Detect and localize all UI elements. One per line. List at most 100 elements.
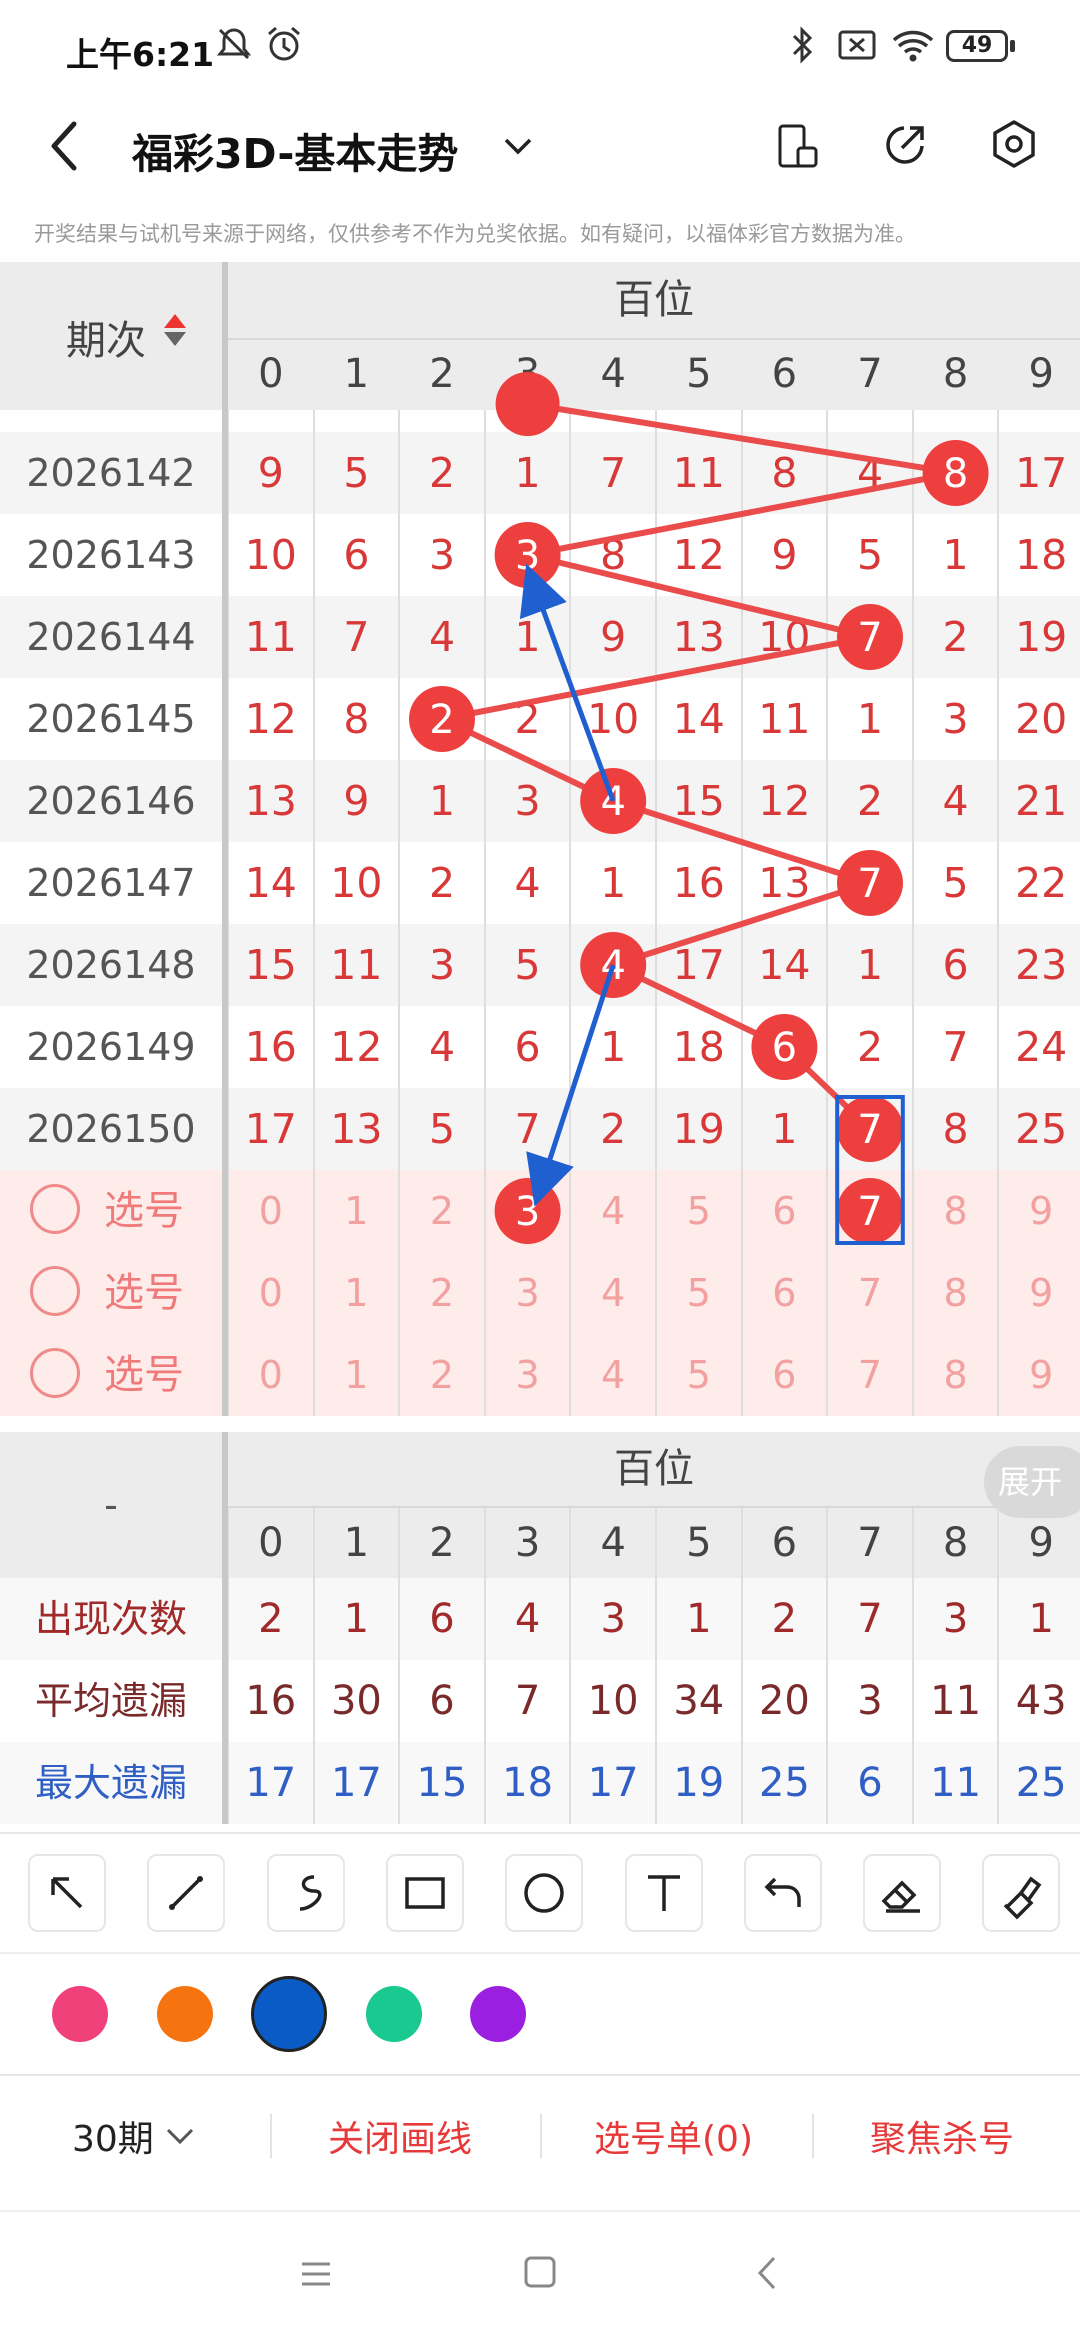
share-icon[interactable] [880,120,930,170]
color-swatch-selected[interactable] [251,1976,327,2052]
stats-value: 3 [600,1596,626,1642]
stats-corner: - [104,1483,118,1527]
pick-list-button[interactable]: 选号单(0) [594,2110,753,2162]
eraser-tool[interactable] [863,1854,942,1932]
color-swatch[interactable] [470,1986,526,2042]
stats-digit-header: 1 [343,1520,370,1566]
stats-table: - 百位 展开 0 1 2 3 4 5 6 7 8 9 出现次数 2 1 6 4 3 1 2 7 3 1 平均遗漏 16 30 6 7 1… [0,1432,1080,1832]
stats-column-divider [740,1508,743,1824]
stats-value: 7 [514,1678,541,1724]
disclaimer-text: 开奖结果与试机号来源于网络，仅供参考不作为兑奖依据。如有疑问，以福体彩官方数据为… [34,222,916,246]
hit-ball-number: 6 [772,1025,797,1071]
curve-icon [299,1875,322,1911]
trend-line [526,552,871,640]
bottom-action-bar: 30期 关闭画线 选号单(0) 聚焦杀号 [0,2074,1080,2212]
stats-frozen-divider [222,1432,228,1824]
stats-row-label: 出现次数 [34,1597,187,1641]
home-icon[interactable] [522,2254,558,2292]
stats-column-divider [398,1508,401,1824]
no-sim-icon [838,30,876,60]
arrow-icon [51,1877,83,1909]
rectangle-tool[interactable] [385,1854,464,1932]
stats-column-divider [826,1508,829,1824]
trend-line [612,880,871,968]
stats-value: 17 [587,1760,639,1806]
arrow-tool[interactable] [28,1854,106,1932]
focus-kill-button[interactable]: 聚焦杀号 [870,2110,1014,2162]
status-bar: 上午6:21 49 [0,0,1080,90]
stats-value: 10 [587,1678,639,1724]
undo-icon [764,1877,801,1907]
stats-column-divider [997,1508,1000,1824]
wifi-icon [892,30,934,62]
page-title[interactable]: 福彩3D-基本走势 [132,120,458,180]
back-arrow-icon[interactable] [44,116,84,176]
status-time: 上午6:21 [66,35,215,74]
divider [270,2114,272,2158]
app-header: 福彩3D-基本走势 [0,90,1080,210]
undo-tool[interactable] [743,1854,822,1932]
clear-tool[interactable] [982,1854,1061,1932]
selected-pick-number: 7 [857,1189,882,1235]
stats-value: 7 [857,1596,883,1642]
stats-digit-header: 2 [429,1520,455,1566]
stats-value: 25 [1015,1760,1067,1806]
alarm-icon [268,26,300,61]
eraser-icon [881,1880,921,1913]
stats-value: 1 [686,1596,712,1642]
stats-digit-header: 9 [1028,1520,1054,1566]
stats-digit-header: 7 [857,1520,883,1566]
menu-icon[interactable] [298,2256,334,2292]
stats-value: 25 [758,1760,810,1806]
stats-digit-header: 4 [600,1520,626,1566]
nav-back-icon[interactable] [752,2254,782,2292]
stats-digit-header: 8 [942,1520,969,1566]
battery-indicator: 49 [946,30,1008,62]
stats-digit-header: 0 [258,1520,284,1566]
hit-ball-number: 3 [515,533,540,579]
stats-value: 2 [258,1596,284,1642]
stats-value: 2 [771,1596,798,1642]
color-swatch[interactable] [365,1986,422,2042]
stats-value: 4 [514,1596,541,1642]
stats-value: 11 [930,1760,982,1806]
hit-ball-number: 7 [857,1107,882,1153]
screen-split-icon[interactable] [774,122,822,172]
circle-icon [524,1873,564,1913]
stats-digit-header: 3 [514,1520,541,1566]
trend-line [527,401,957,476]
period-count-select[interactable]: 30期 [72,2110,154,2162]
stats-value: 16 [245,1678,297,1724]
trend-lines-overlay: 83724746737 [409,372,989,1245]
stats-value: 15 [416,1760,468,1806]
stats-value: 30 [330,1678,382,1724]
stats-column-divider [312,1508,315,1824]
circle-tool[interactable] [505,1854,584,1932]
stats-group-header: 百位 [228,1432,1080,1508]
chevron-down-icon[interactable] [500,128,536,164]
stats-value: 17 [245,1760,297,1806]
curve-tool[interactable] [266,1854,345,1932]
color-swatch[interactable] [156,1986,213,2042]
text-tool[interactable] [624,1854,703,1932]
settings-icon[interactable] [988,118,1040,170]
stats-value: 1 [1028,1596,1054,1642]
blue-arrow-annotation[interactable] [526,964,616,1207]
stats-value: 43 [1015,1678,1067,1724]
close-lines-button[interactable]: 关闭画线 [328,2110,472,2162]
stats-value: 19 [673,1760,725,1806]
stats-value: 1 [343,1596,370,1642]
system-nav-bar [0,2210,1080,2340]
stats-value: 18 [502,1760,554,1806]
trend-line [441,634,871,722]
hit-ball-number: 7 [857,615,882,661]
stats-value: 20 [758,1678,810,1724]
color-palette [0,1952,1080,2076]
color-swatch[interactable] [52,1986,108,2042]
stats-value: 17 [330,1760,382,1806]
line-tool[interactable] [147,1854,226,1932]
mute-bell-icon [216,28,252,60]
stats-column-divider [483,1508,486,1824]
stats-digit-header: 5 [686,1520,712,1566]
stats-value: 34 [673,1678,725,1724]
